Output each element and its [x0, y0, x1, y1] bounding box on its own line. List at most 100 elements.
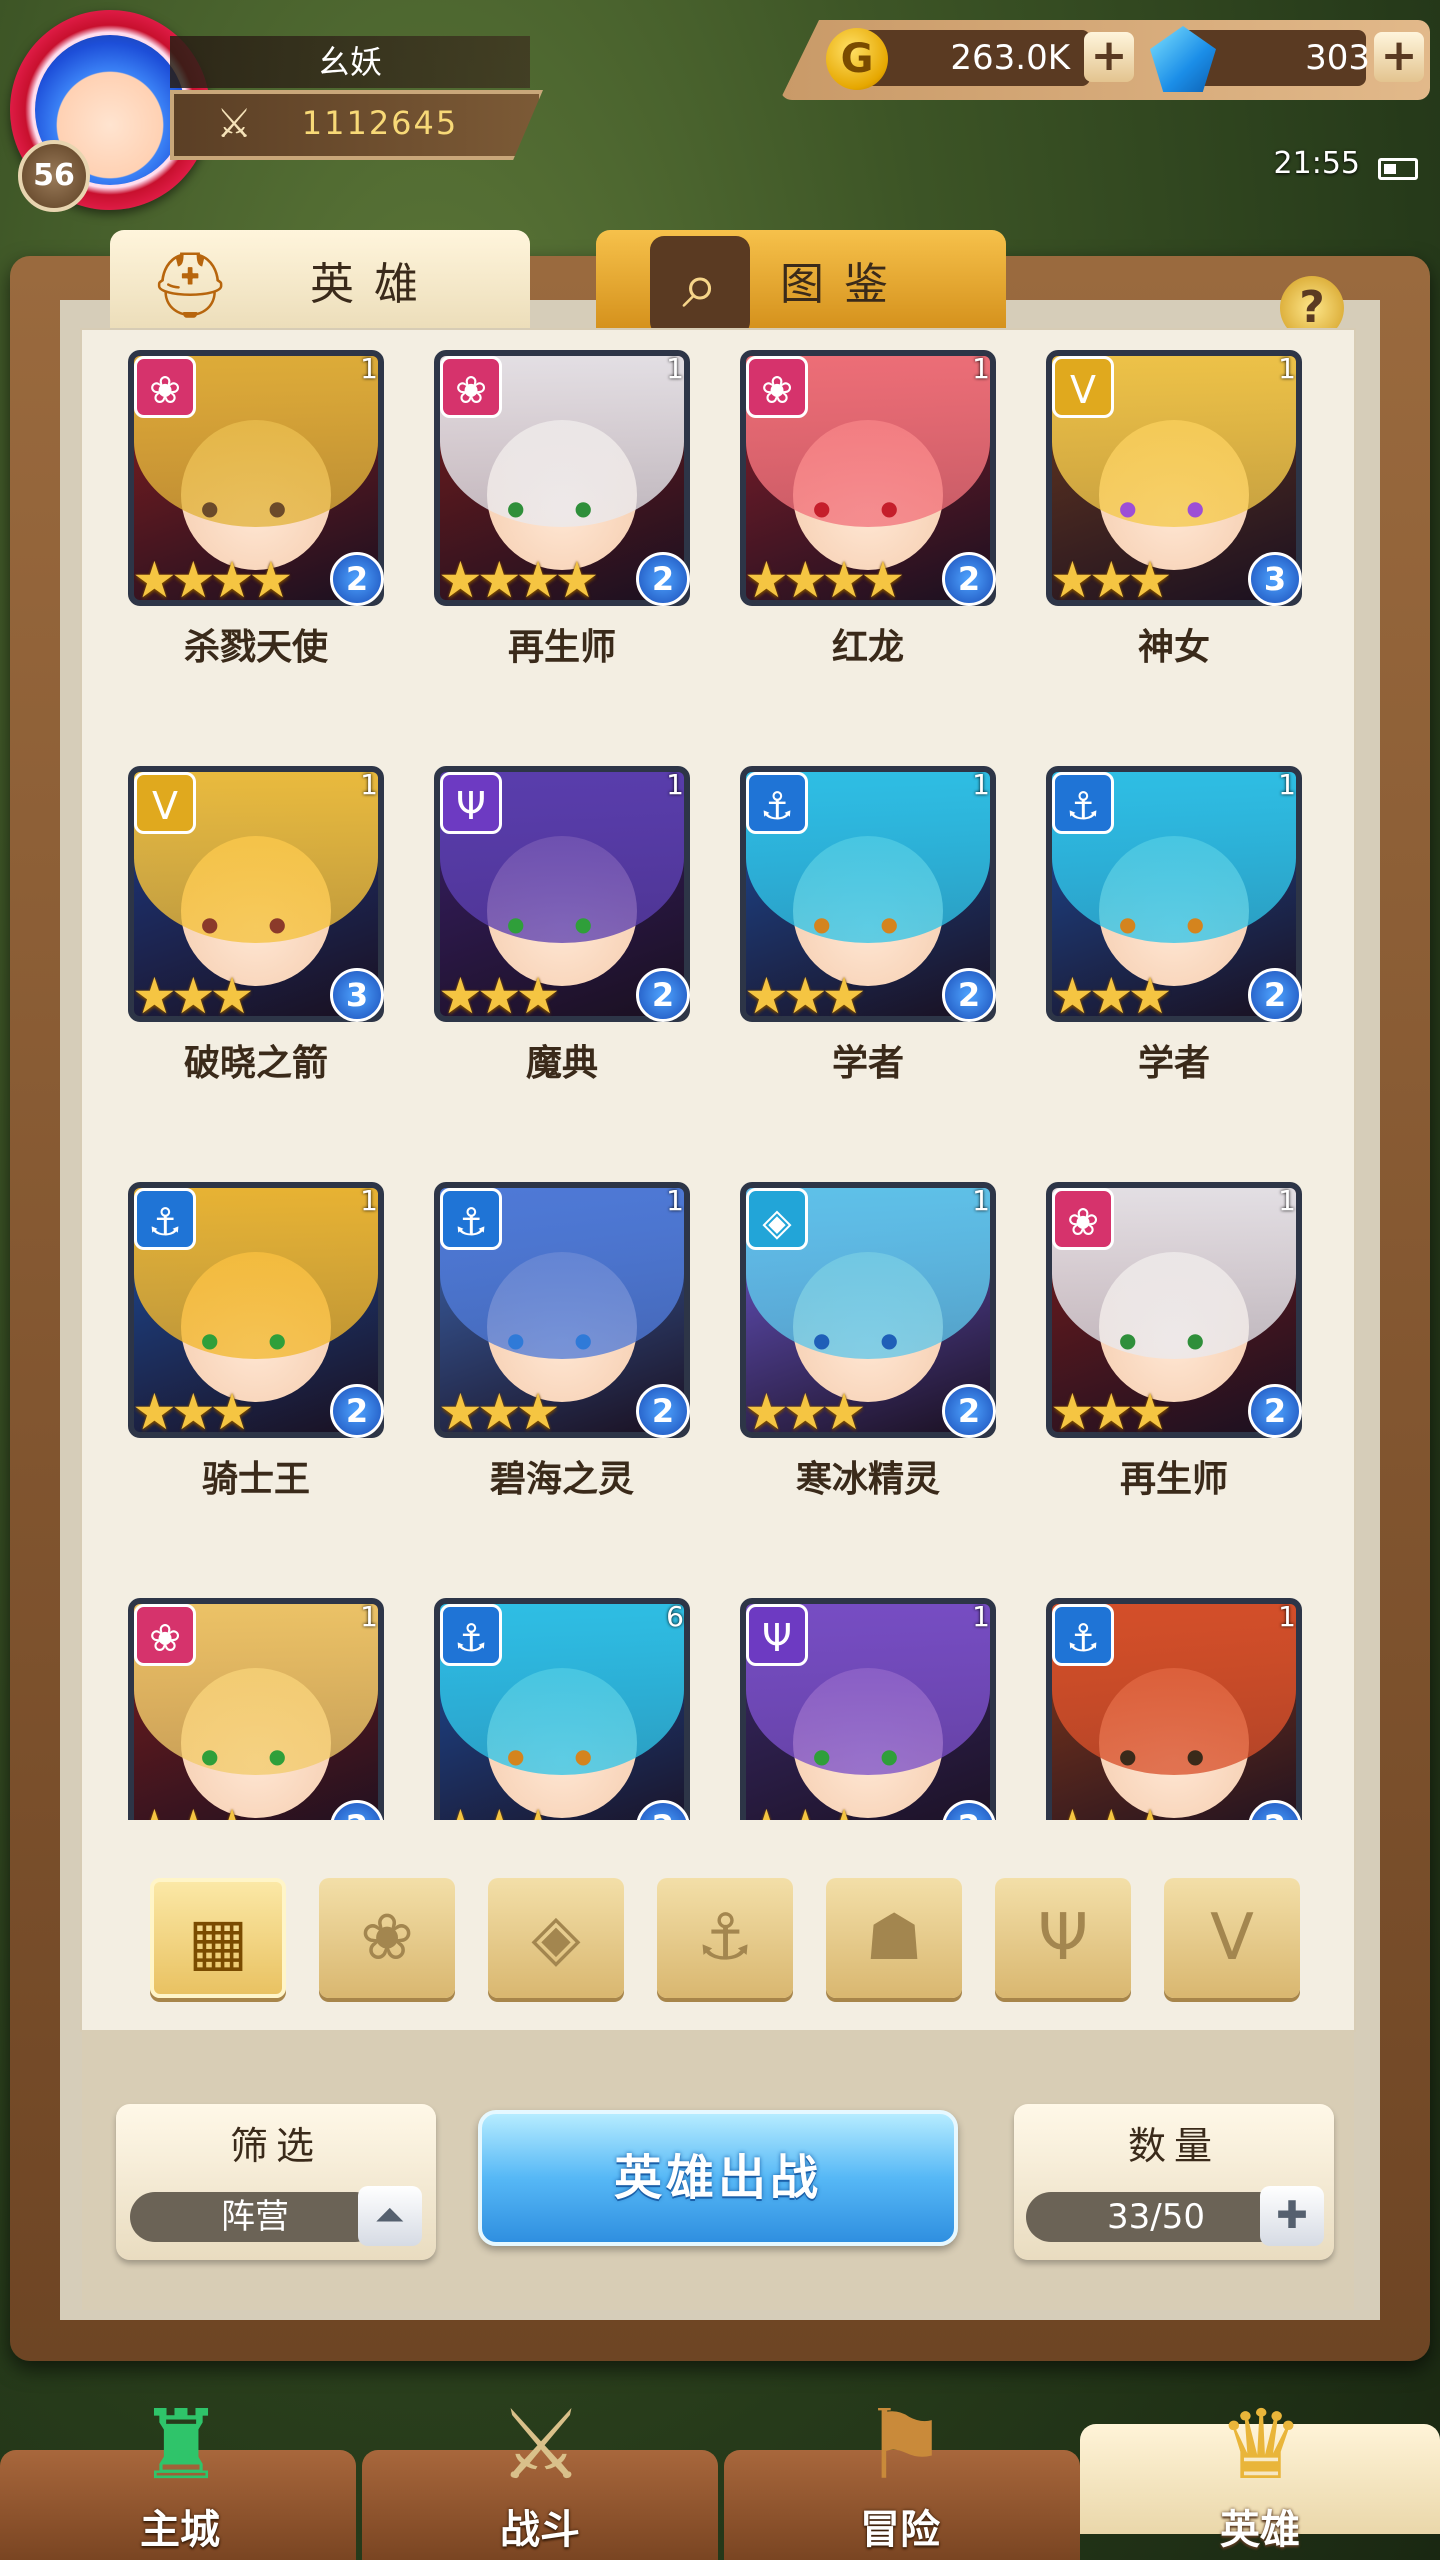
- hero-level-badge: 2: [1248, 1384, 1302, 1438]
- star-rating: ★★★: [132, 1383, 255, 1441]
- hero-name: 再生师: [1119, 1459, 1228, 1500]
- star-rating: ★★★: [744, 1803, 867, 1820]
- star-rating: ★★★: [744, 967, 867, 1025]
- hero-eyes: ●●: [507, 911, 642, 936]
- hero-grid[interactable]: ●● ❀ 1 ★★★★ 2 杀戮天使 ●● ❀ 1 ★★★★ 2 再生师 ●● ❀ 1 ★★★★ 2 红龙 ●● V 1…: [82, 330, 1354, 1820]
- hero-card[interactable]: ●●Ψ1★★★2: [694, 1578, 996, 1820]
- star-rating: ★★★: [438, 1803, 561, 1820]
- hero-name: 杀戮天使: [183, 627, 328, 668]
- hero-eyes: ●●: [813, 495, 948, 520]
- hero-name: 神女: [1137, 627, 1210, 668]
- hero-level-badge: 2: [1248, 968, 1302, 1022]
- power-value: 1112645: [301, 104, 459, 142]
- hero-card[interactable]: ●● ⚓ 1 ★★★ 2 学者: [694, 746, 996, 1084]
- grid-filter-button[interactable]: ▦: [150, 1878, 286, 1998]
- camp-icon: V: [134, 772, 196, 834]
- coin-icon: G: [826, 28, 888, 90]
- camp-icon: ❀: [134, 356, 196, 418]
- hero-card[interactable]: ●●⚓1★★★2: [1000, 1578, 1302, 1820]
- hero-level-badge: 2: [942, 552, 996, 606]
- deploy-heroes-button[interactable]: 英雄出战: [478, 2110, 958, 2246]
- ice-camp-filter-button[interactable]: ◈: [488, 1878, 624, 1998]
- camp-icon: V: [1052, 356, 1114, 418]
- camp-icon: ⚓: [1052, 772, 1114, 834]
- clock: 21:55: [1273, 146, 1360, 181]
- knight-helmet-icon: ⛑: [149, 249, 231, 323]
- nav-adventure-label: 冒险: [860, 2507, 940, 2553]
- scroll-map-icon: ⚑: [861, 2389, 949, 2501]
- valkyrie-camp-icon: V: [1210, 1901, 1254, 1975]
- hero-card[interactable]: ●● ⚓ 1 ★★★ 2 碧海之灵: [388, 1162, 690, 1500]
- hero-eyes: ●●: [201, 1327, 336, 1352]
- hero-name: 骑士王: [201, 1459, 310, 1500]
- hero-card[interactable]: ●● ◈ 1 ★★★ 2 寒冰精灵: [694, 1162, 996, 1500]
- hero-copies: 1: [972, 1600, 990, 1633]
- hero-card[interactable]: ●● ❀ 1 ★★★★ 2 红龙: [694, 330, 996, 668]
- hero-eyes: ●●: [813, 1327, 948, 1352]
- filter-value[interactable]: 阵营: [130, 2192, 380, 2242]
- star-rating: ★★★: [438, 967, 561, 1025]
- camp-icon: ⚓: [746, 772, 808, 834]
- hero-eyes: ●●: [507, 495, 642, 520]
- filter-toggle-button[interactable]: ⏶: [358, 2186, 422, 2246]
- hero-name: 魔典: [525, 1043, 598, 1084]
- player-level-badge: 56: [18, 140, 90, 212]
- hero-eyes: ●●: [813, 1743, 948, 1768]
- hero-name: 学者: [1137, 1043, 1210, 1084]
- hero-copies: 1: [972, 768, 990, 801]
- hero-card[interactable]: ●● Ψ 1 ★★★ 2 魔典: [388, 746, 690, 1084]
- demon-camp-filter-button[interactable]: Ψ: [995, 1878, 1131, 1998]
- add-gems-button[interactable]: +: [1374, 32, 1424, 82]
- hero-card[interactable]: ●●❀1★★★2: [82, 1578, 384, 1820]
- hero-name: 寒冰精灵: [795, 1459, 940, 1500]
- hero-name: 学者: [831, 1043, 904, 1084]
- hero-level-badge: 2: [636, 968, 690, 1022]
- star-rating: ★★★★: [744, 551, 905, 609]
- hero-copies: 1: [972, 1184, 990, 1217]
- crossed-swords-icon: ⚔: [216, 101, 252, 147]
- hero-card[interactable]: ●● ❀ 1 ★★★★ 2 再生师: [388, 330, 690, 668]
- hero-card[interactable]: ●● ❀ 1 ★★★ 2 再生师: [1000, 1162, 1302, 1500]
- anchor-camp-filter-button[interactable]: ⚓: [657, 1878, 793, 1998]
- star-rating: ★★★: [1050, 551, 1173, 609]
- hero-card[interactable]: ●●⚓6★★★2: [388, 1578, 690, 1820]
- hero-eyes: ●●: [813, 911, 948, 936]
- camp-icon: ⚓: [440, 1604, 502, 1666]
- hero-eyes: ●●: [507, 1327, 642, 1352]
- hero-level-badge: 2: [330, 1384, 384, 1438]
- hero-card[interactable]: ●● ⚓ 1 ★★★ 2 学者: [1000, 746, 1302, 1084]
- demon-camp-icon: Ψ: [1037, 1901, 1089, 1975]
- camp-icon: ❀: [746, 356, 808, 418]
- player-name: 幺妖: [170, 36, 530, 88]
- star-rating: ★★★★: [438, 551, 599, 609]
- hero-card[interactable]: ●● ⚓ 1 ★★★ 2 骑士王: [82, 1162, 384, 1500]
- castle-icon: ♜: [137, 2389, 225, 2501]
- hero-copies: 1: [1278, 1600, 1296, 1633]
- hero-eyes: ●●: [1119, 495, 1254, 520]
- hero-card[interactable]: ●● V 1 ★★★ 3 破晓之箭: [82, 746, 384, 1084]
- hero-copies: 1: [666, 768, 684, 801]
- valkyrie-camp-filter-button[interactable]: V: [1164, 1878, 1300, 1998]
- hero-eyes: ●●: [201, 911, 336, 936]
- battery-icon: [1378, 158, 1418, 180]
- hero-eyes: ●●: [201, 495, 336, 520]
- hero-card[interactable]: ●● ❀ 1 ★★★★ 2 杀戮天使: [82, 330, 384, 668]
- star-rating: ★★★: [438, 1383, 561, 1441]
- expand-count-button[interactable]: ✚: [1260, 2186, 1324, 2246]
- camp-icon: Ψ: [746, 1604, 808, 1666]
- rose-camp-filter-button[interactable]: ❀: [319, 1878, 455, 1998]
- hero-card[interactable]: ●● V 1 ★★★ 3 神女: [1000, 330, 1302, 668]
- tab-codex-label: 图鉴: [780, 259, 908, 310]
- star-rating: ★★★: [744, 1383, 867, 1441]
- hero-copies: 1: [666, 352, 684, 385]
- hero-copies: 1: [360, 768, 378, 801]
- add-coins-button[interactable]: +: [1084, 32, 1134, 82]
- hero-eyes: ●●: [201, 1743, 336, 1768]
- hero-level-badge: 2: [942, 968, 996, 1022]
- hero-copies: 1: [360, 1184, 378, 1217]
- hero-level-badge: 2: [636, 1384, 690, 1438]
- hero-eyes: ●●: [1119, 1327, 1254, 1352]
- camp-icon: Ψ: [440, 772, 502, 834]
- beast-camp-filter-button[interactable]: ☗: [826, 1878, 962, 1998]
- hero-copies: 6: [666, 1600, 684, 1633]
